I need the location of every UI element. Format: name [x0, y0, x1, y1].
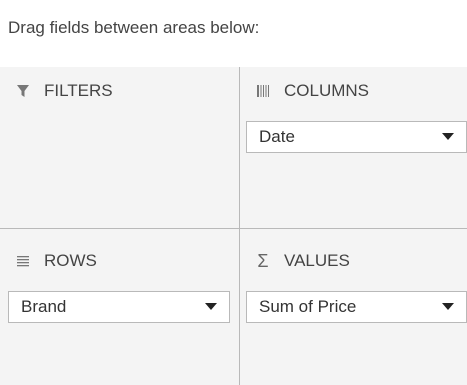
- dropdown-arrow-icon[interactable]: [205, 303, 217, 311]
- columns-area[interactable]: COLUMNS Date: [240, 67, 467, 228]
- dropdown-arrow-icon[interactable]: [442, 303, 454, 311]
- dropdown-arrow-icon[interactable]: [442, 133, 454, 141]
- rows-header: ROWS: [14, 249, 97, 273]
- columns-icon: [254, 82, 272, 100]
- values-area[interactable]: Σ VALUES Sum of Price: [240, 229, 467, 385]
- sigma-icon: Σ: [257, 250, 269, 271]
- instruction-text: Drag fields between areas below:: [8, 18, 260, 37]
- rows-label: ROWS: [44, 251, 97, 270]
- filter-icon: [14, 82, 32, 100]
- pivot-areas: FILTERS COLUMNS Date ROWS Brand Σ VALUES…: [0, 67, 467, 385]
- filters-area[interactable]: FILTERS: [0, 67, 239, 228]
- field-chip-date[interactable]: Date: [246, 121, 467, 153]
- vertical-divider: [239, 67, 240, 385]
- columns-label: COLUMNS: [284, 81, 370, 100]
- horizontal-divider: [0, 228, 467, 229]
- field-chip-label: Brand: [21, 297, 67, 316]
- filters-header: FILTERS: [14, 79, 113, 103]
- columns-header: COLUMNS: [254, 79, 369, 103]
- filters-label: FILTERS: [44, 81, 113, 100]
- rows-area[interactable]: ROWS Brand: [0, 229, 239, 385]
- rows-icon: [14, 252, 32, 270]
- field-chip-brand[interactable]: Brand: [8, 291, 230, 323]
- field-chip-label: Date: [259, 127, 295, 146]
- field-chip-label: Sum of Price: [259, 297, 357, 316]
- field-chip-sum-of-price[interactable]: Sum of Price: [246, 291, 467, 323]
- values-label: VALUES: [284, 251, 350, 270]
- values-header: Σ VALUES: [254, 249, 350, 273]
